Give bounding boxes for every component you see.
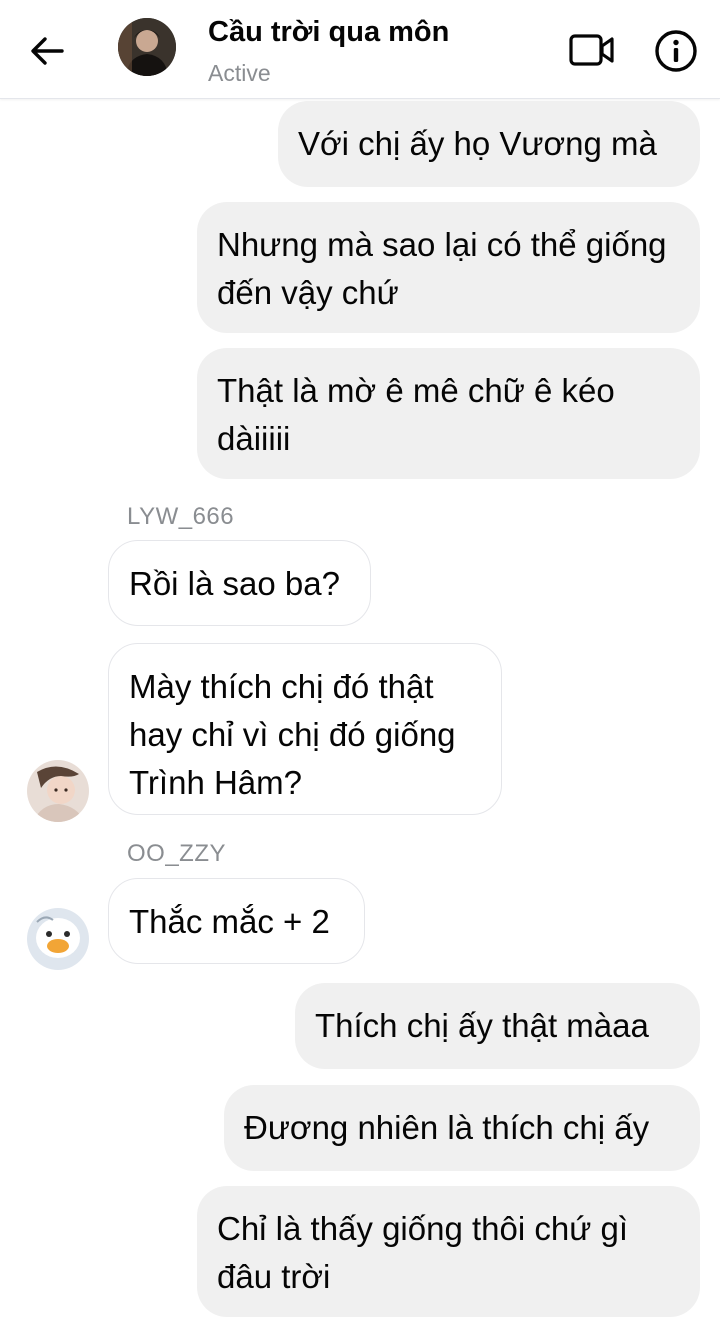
message-bubble-incoming[interactable]: Rồi là sao ba?	[108, 540, 371, 626]
info-icon	[655, 30, 697, 72]
info-button[interactable]	[652, 27, 700, 75]
message-bubble-outgoing[interactable]: Với chị ấy họ Vương mà	[278, 101, 700, 187]
message-bubble-incoming[interactable]: Thắc mắc + 2	[108, 878, 365, 964]
message-bubble-incoming[interactable]: Mày thích chị đó thật hay chỉ vì chị đó …	[108, 643, 502, 815]
video-camera-icon	[569, 34, 614, 66]
message-bubble-outgoing[interactable]: Đương nhiên là thích chị ấy	[224, 1085, 700, 1171]
message-bubble-outgoing[interactable]: Chỉ là thấy giống thôi chứ gì đâu trời	[197, 1186, 700, 1317]
sender-name-label: LYW_666	[127, 503, 235, 530]
active-status: Active	[208, 60, 271, 86]
message-bubble-outgoing[interactable]: Nhưng mà sao lại có thể giống đến vậy ch…	[197, 202, 700, 333]
chat-header: Cầu trời qua môn Active	[0, 0, 720, 99]
back-button[interactable]	[22, 26, 72, 76]
message-bubble-outgoing[interactable]: Thích chị ấy thật màaa	[295, 983, 700, 1069]
arrow-left-icon	[31, 37, 64, 65]
sender-avatar[interactable]	[27, 760, 89, 822]
video-call-button[interactable]	[566, 30, 618, 70]
sender-name-label: OO_ZZY	[127, 840, 227, 867]
chat-title: Cầu trời qua môn	[208, 16, 450, 48]
message-bubble-outgoing[interactable]: Thật là mờ ê mê chữ ê kéo dàiiiii	[197, 348, 700, 479]
contact-avatar[interactable]	[118, 18, 176, 76]
sender-avatar[interactable]	[27, 908, 89, 970]
